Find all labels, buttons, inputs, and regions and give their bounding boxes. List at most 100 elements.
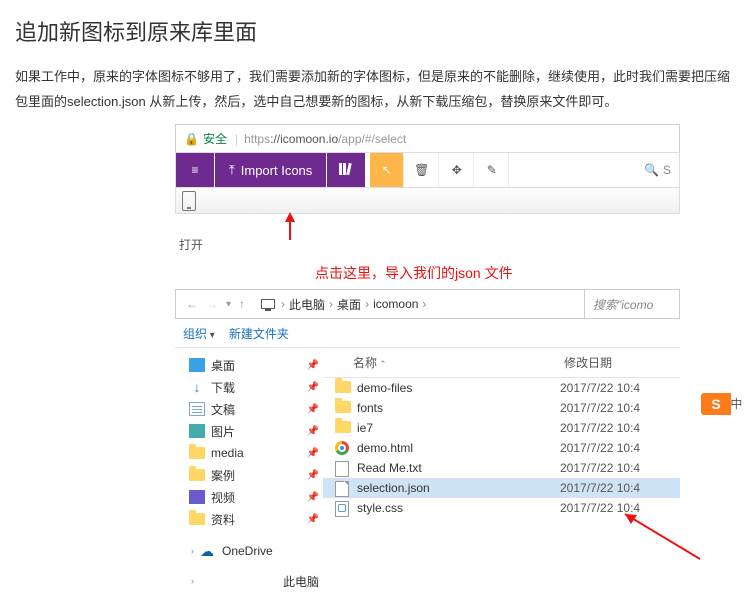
pencil-icon: ✎ (487, 163, 497, 177)
pin-icon: 📌 (307, 492, 319, 503)
cursor-icon: ↖ (382, 163, 392, 177)
tree-item-documents[interactable]: 文稿 📌 (183, 398, 319, 420)
css-file-icon (335, 501, 351, 515)
menu-button[interactable]: ≡ (176, 153, 214, 187)
file-list: 名称⌃ 修改日期 demo-files2017/7/22 10:4fonts20… (323, 348, 680, 598)
crumb-folder[interactable]: icomoon (373, 297, 418, 311)
file-name: Read Me.txt (357, 461, 560, 475)
col-date[interactable]: 修改日期 (560, 348, 680, 377)
tree-item-pictures[interactable]: 图片 📌 (183, 420, 319, 442)
tree-item-thispc[interactable]: ›此电脑 (183, 570, 319, 592)
tree-item-downloads[interactable]: ↓下载📌 (183, 376, 319, 398)
pc-icon (261, 299, 275, 309)
tree-label: 文稿 (211, 401, 235, 418)
onedrive-icon: ☁ (200, 544, 216, 558)
secure-label: 安全 (203, 130, 227, 147)
folder-icon (189, 513, 205, 525)
file-name: demo-files (357, 381, 560, 395)
screenshot-region: 🔒 安全 | https://icomoon.io/app/#/select ≡… (175, 124, 680, 598)
annotation-text: 点击这里，导入我们的json 文件 (175, 257, 680, 289)
explorer-search[interactable]: 搜索"icomo (584, 290, 679, 318)
tree-item-videos[interactable]: 视频 📌 (183, 486, 319, 508)
tree-label: OneDrive (222, 544, 273, 558)
folder-icon (335, 381, 351, 395)
edit-tool-button[interactable]: ✎ (475, 153, 509, 187)
url-scheme: https (244, 132, 270, 146)
chevron-right-icon: › (191, 546, 194, 556)
trash-icon: 🗑 (414, 163, 429, 177)
desktop-icon (189, 358, 205, 372)
open-dialog-label: 打开 (175, 232, 680, 257)
tree-label: 资料 (211, 511, 235, 528)
file-name: fonts (357, 401, 560, 415)
tree-item-onedrive[interactable]: › ☁ OneDrive (183, 540, 319, 562)
pc-icon (200, 576, 277, 586)
file-row[interactable]: demo.html2017/7/22 10:4 (323, 438, 680, 458)
file-row[interactable]: demo-files2017/7/22 10:4 (323, 378, 680, 398)
pictures-icon (189, 424, 205, 438)
search-icon: 🔍 (644, 163, 659, 177)
phone-icon[interactable] (182, 191, 196, 211)
tree-item-data[interactable]: 资料📌 (183, 508, 319, 530)
new-folder-button[interactable]: 新建文件夹 (229, 325, 289, 342)
tree-label: 图片 (211, 423, 235, 440)
file-row[interactable]: ie72017/7/22 10:4 (323, 418, 680, 438)
explorer-nav: ← → ▾ ↑ › 此电脑 › 桌面 › icomoon › 搜索"icomo (175, 289, 680, 319)
file-date: 2017/7/22 10:4 (560, 501, 680, 515)
file-date: 2017/7/22 10:4 (560, 441, 680, 455)
tree-item-media[interactable]: media📌 (183, 442, 319, 464)
tree-label: 下载 (211, 379, 235, 396)
file-name: demo.html (357, 441, 560, 455)
tree-item-cases[interactable]: 案例📌 (183, 464, 319, 486)
folder-icon (335, 401, 351, 415)
file-name: style.css (357, 501, 560, 515)
recent-dropdown[interactable]: ▾ (226, 299, 231, 310)
delete-tool-button[interactable]: 🗑 (405, 153, 439, 187)
back-button[interactable]: ← (186, 297, 198, 311)
app-toolbar: ≡ ⤒ Import Icons ↖ 🗑 ✥ ✎ 🔍 S (175, 152, 680, 188)
breadcrumb[interactable]: › 此电脑 › 桌面 › icomoon › (255, 296, 584, 313)
move-icon: ✥ (452, 163, 462, 177)
library-button[interactable] (327, 153, 365, 187)
crumb-pc[interactable]: 此电脑 (289, 296, 325, 313)
file-date: 2017/7/22 10:4 (560, 401, 680, 415)
explorer-body: 桌面📌 ↓下载📌 文稿📌 图片📌 media📌 案例📌 视频📌 资料📌 ›☁On… (175, 347, 680, 598)
lock-icon: 🔒 (184, 132, 199, 146)
upload-icon: ⤒ (229, 162, 235, 178)
tree-item-desktop[interactable]: 桌面📌 (183, 354, 319, 376)
ime-badge[interactable]: S (701, 393, 731, 415)
col-name[interactable]: 名称⌃ (323, 348, 560, 377)
menu-icon: ≡ (191, 163, 198, 177)
folder-icon (335, 421, 351, 435)
organize-dropdown[interactable]: 组织 (183, 325, 215, 342)
nav-arrows: ← → ▾ ↑ (176, 297, 255, 311)
col-name-label: 名称 (353, 356, 377, 370)
tree-label: 视频 (211, 489, 235, 506)
text-file-icon (335, 461, 351, 475)
file-row[interactable]: Read Me.txt2017/7/22 10:4 (323, 458, 680, 478)
file-row[interactable]: selection.json2017/7/22 10:4 (323, 478, 680, 498)
crumb-desktop[interactable]: 桌面 (337, 296, 361, 313)
forward-button[interactable]: → (206, 297, 218, 311)
video-icon (189, 490, 205, 504)
file-date: 2017/7/22 10:4 (560, 381, 680, 395)
move-tool-button[interactable]: ✥ (440, 153, 474, 187)
file-list-header: 名称⌃ 修改日期 (323, 348, 680, 378)
select-tool-button[interactable]: ↖ (370, 153, 404, 187)
pin-icon: 📌 (307, 448, 319, 459)
url-host: ://icomoon.io (270, 132, 338, 146)
explorer-search-placeholder: 搜索"icomo (593, 296, 653, 313)
file-date: 2017/7/22 10:4 (560, 461, 680, 475)
pin-icon: 📌 (307, 426, 319, 437)
books-icon (338, 162, 354, 179)
up-button[interactable]: ↑ (239, 297, 245, 311)
file-row[interactable]: style.css2017/7/22 10:4 (323, 498, 680, 518)
file-row[interactable]: fonts2017/7/22 10:4 (323, 398, 680, 418)
import-icons-button[interactable]: ⤒ Import Icons (215, 153, 326, 187)
section-heading: 追加新图标到原来库里面 (15, 15, 731, 47)
file-icon (335, 481, 351, 495)
explorer-command-bar: 组织 新建文件夹 (175, 319, 680, 347)
search-box[interactable]: 🔍 S (636, 153, 679, 187)
pin-icon: 📌 (307, 404, 319, 415)
search-placeholder: S (663, 163, 671, 177)
